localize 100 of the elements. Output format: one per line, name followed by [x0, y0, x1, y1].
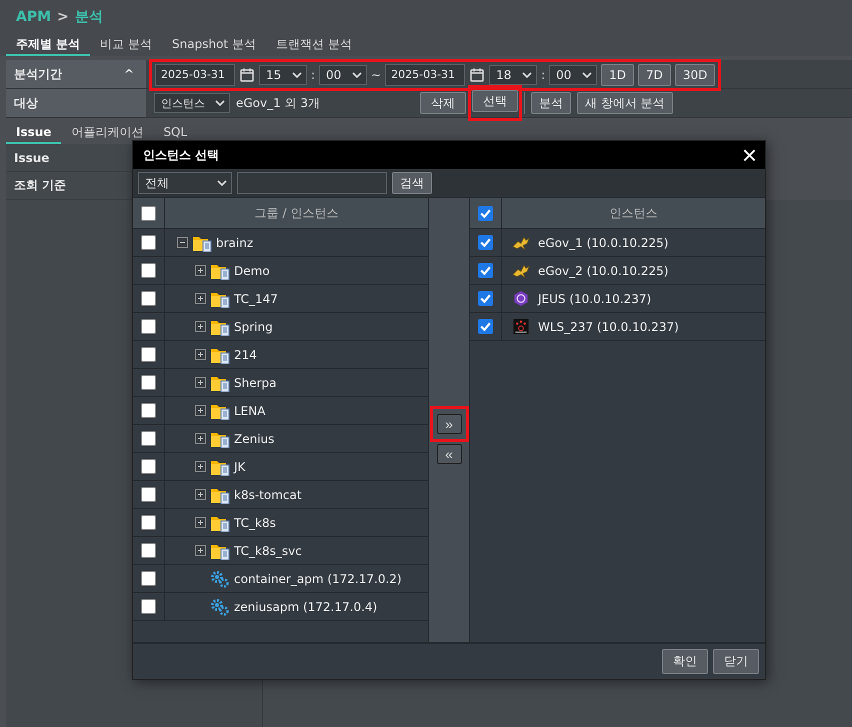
tab[interactable]: SQL [153, 122, 198, 144]
group-label[interactable]: TC_147 [234, 292, 278, 306]
group-label[interactable]: Sherpa [234, 376, 277, 390]
group-label[interactable]: Spring [234, 320, 273, 334]
instance-label[interactable]: JEUS (10.0.10.237) [538, 292, 652, 306]
close-button[interactable]: × [734, 142, 765, 168]
expand-icon[interactable] [195, 377, 206, 388]
add-button[interactable]: » [436, 414, 462, 434]
collapse-toggle[interactable]: ^ [124, 67, 138, 81]
column-header: 그룹 / 인스턴스 [254, 204, 338, 222]
tab[interactable]: 트랜잭션 분석 [266, 34, 362, 56]
checkbox[interactable] [141, 375, 156, 390]
chevron-down-icon [522, 72, 532, 78]
time-separator: : [541, 68, 546, 82]
minute-select[interactable]: 00 [549, 64, 598, 84]
group-label[interactable]: brainz [216, 236, 254, 250]
calendar-icon[interactable] [469, 66, 486, 82]
checkbox[interactable] [141, 235, 156, 250]
instance-label[interactable]: zeniusapm (172.17.0.4) [234, 600, 378, 614]
breadcrumb-current: 분석 [74, 8, 103, 26]
remove-button[interactable]: « [436, 444, 462, 464]
section-label: Issue [14, 150, 50, 164]
filter-select[interactable]: 전체 [138, 172, 232, 194]
dialog-title: 인스턴스 선택 [143, 146, 220, 164]
preset-button[interactable]: 7D [638, 64, 671, 86]
checkbox[interactable] [141, 319, 156, 334]
preset-button[interactable]: 30D [674, 64, 716, 86]
instance-label[interactable]: eGov_1 (10.0.10.225) [538, 236, 668, 250]
expand-icon[interactable] [195, 349, 206, 360]
checkbox[interactable] [141, 571, 156, 586]
expand-icon[interactable] [195, 321, 206, 332]
close-dialog-button[interactable]: 닫기 [713, 649, 759, 674]
calendar-icon[interactable] [239, 66, 255, 82]
tab[interactable]: Snapshot 분석 [162, 34, 266, 56]
checkbox[interactable] [141, 543, 156, 558]
checkbox[interactable] [141, 599, 156, 614]
expand-icon[interactable] [195, 489, 206, 500]
analyze-button[interactable]: 분석 [531, 92, 571, 114]
checkbox[interactable] [141, 263, 156, 278]
expand-icon[interactable] [195, 265, 206, 276]
delete-button[interactable]: 삭제 [420, 92, 466, 114]
checkbox[interactable] [141, 347, 156, 362]
checkbox[interactable] [141, 431, 156, 446]
checkbox[interactable] [478, 291, 493, 306]
chevron-down-icon [217, 180, 227, 186]
checkbox[interactable] [478, 235, 493, 250]
column-header: 인스턴스 [610, 204, 658, 222]
checkbox[interactable] [478, 319, 493, 334]
search-button[interactable]: 검색 [392, 172, 432, 194]
expand-icon[interactable] [195, 405, 206, 416]
hour-select[interactable]: 15 [259, 64, 307, 84]
hour-select[interactable]: 18 [489, 64, 538, 84]
expand-icon[interactable] [195, 293, 206, 304]
checkbox[interactable] [141, 459, 156, 474]
expand-icon[interactable] [195, 461, 206, 472]
period-label: 분석기간 [14, 66, 62, 82]
section-label: 조회 기준 [14, 177, 66, 194]
instance-label[interactable]: container_apm (172.17.0.2) [234, 572, 402, 586]
target-type-select[interactable]: 인스턴스 [154, 93, 230, 113]
checkbox[interactable] [141, 206, 156, 220]
group-label[interactable]: TC_k8s_svc [234, 544, 302, 558]
breadcrumb-root[interactable]: APM [16, 9, 52, 25]
checkbox[interactable] [141, 403, 156, 418]
hexagon-icon [512, 290, 530, 307]
chevron-down-icon [582, 72, 592, 78]
tab[interactable]: 비교 분석 [90, 34, 162, 56]
collapse-icon[interactable] [177, 237, 188, 248]
target-summary: eGov_1 외 3개 [236, 94, 322, 112]
chevron-down-icon [215, 100, 225, 106]
date-field[interactable]: 2025-03-31 [385, 64, 466, 86]
instance-label[interactable]: eGov_2 (10.0.10.225) [538, 264, 668, 278]
checkbox[interactable] [478, 206, 493, 220]
time-separator: : [311, 68, 316, 82]
preset-button[interactable]: 1D [601, 64, 634, 86]
dotted-square-icon [512, 318, 530, 335]
expand-icon[interactable] [195, 517, 206, 528]
checkbox[interactable] [141, 487, 156, 502]
tab[interactable]: 주제별 분석 [6, 34, 90, 56]
date-field[interactable]: 2025-03-31 [155, 64, 235, 86]
confirm-button[interactable]: 확인 [662, 649, 708, 674]
expand-icon[interactable] [195, 545, 206, 556]
group-label[interactable]: JK [234, 460, 246, 474]
group-label[interactable]: k8s-tomcat [234, 488, 302, 502]
tab[interactable]: 어플리케이션 [61, 122, 154, 144]
checkbox[interactable] [478, 263, 493, 278]
search-field[interactable] [237, 172, 387, 194]
group-label[interactable]: Zenius [234, 432, 274, 446]
group-label[interactable]: LENA [234, 404, 266, 418]
target-label: 대상 [14, 94, 38, 112]
new-window-analyze-button[interactable]: 새 창에서 분석 [577, 92, 673, 114]
select-button[interactable]: 선택 [472, 90, 518, 112]
group-label[interactable]: Demo [234, 264, 270, 278]
instance-label[interactable]: WLS_237 (10.0.10.237) [538, 320, 679, 334]
checkbox[interactable] [141, 291, 156, 306]
group-label[interactable]: 214 [234, 348, 257, 362]
minute-select[interactable]: 00 [319, 64, 368, 84]
group-label[interactable]: TC_k8s [234, 516, 276, 530]
checkbox[interactable] [141, 515, 156, 530]
gears-icon [210, 570, 230, 588]
expand-icon[interactable] [195, 433, 206, 444]
